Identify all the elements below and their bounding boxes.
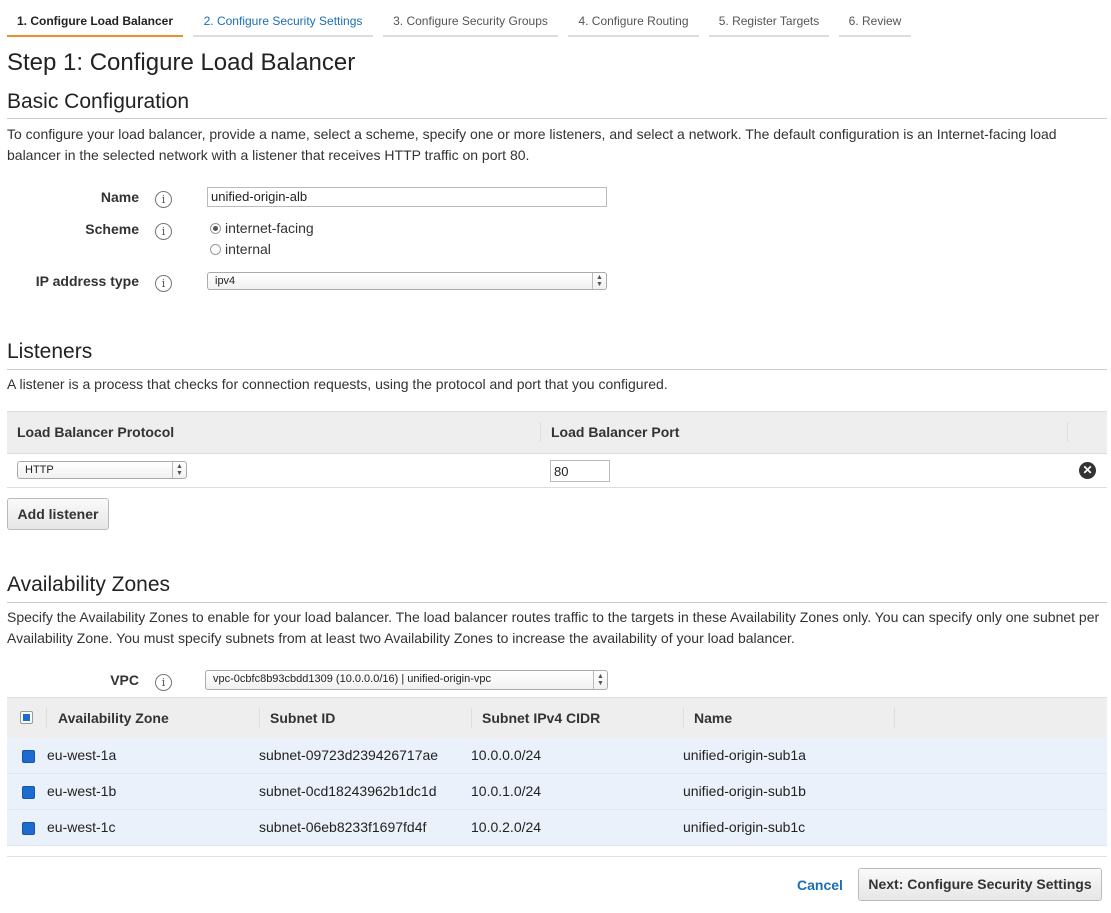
- tab-configure-load-balancer[interactable]: 1. Configure Load Balancer: [7, 10, 183, 37]
- info-icon[interactable]: i: [155, 674, 172, 691]
- name-cell: unified-origin-sub1a: [683, 747, 806, 763]
- section-heading-listeners: Listeners: [7, 340, 93, 363]
- add-listener-button[interactable]: Add listener: [7, 498, 109, 530]
- info-icon[interactable]: i: [155, 275, 172, 292]
- listeners-table-header: Load Balancer Protocol Load Balancer Por…: [7, 411, 1107, 454]
- protocol-select[interactable]: HTTP ▲ ▼: [17, 461, 187, 479]
- subnet-cell: subnet-09723d239426717ae: [259, 747, 439, 763]
- section-heading-basic: Basic Configuration: [7, 90, 190, 113]
- name-input[interactable]: unified-origin-alb: [207, 187, 607, 207]
- az-description: Specify the Availability Zones to enable…: [7, 609, 1100, 646]
- up-down-arrows-icon: ▲ ▼: [172, 462, 186, 478]
- name-cell: unified-origin-sub1b: [683, 783, 806, 799]
- column-divider: [259, 708, 260, 728]
- select-all-checkbox[interactable]: [20, 711, 33, 724]
- table-row[interactable]: eu-west-1c subnet-06eb8233f1697fd4f 10.0…: [7, 810, 1107, 846]
- ip-address-type-label: IP address type: [35, 273, 139, 289]
- zone-cell: eu-west-1a: [47, 747, 117, 763]
- footer-divider: [7, 856, 1107, 857]
- basic-description: To configure your load balancer, provide…: [7, 126, 1057, 163]
- tab-register-targets[interactable]: 5. Register Targets: [709, 10, 829, 37]
- column-header-cidr: Subnet IPv4 CIDR: [482, 710, 601, 726]
- vpc-select[interactable]: vpc-0cbfc8b93cbdd1309 (10.0.0.0/16) | un…: [205, 670, 608, 690]
- cidr-cell: 10.0.0.0/24: [471, 747, 542, 763]
- listeners-description: A listener is a process that checks for …: [7, 376, 668, 392]
- cancel-button[interactable]: Cancel: [797, 877, 843, 893]
- subnet-cell: subnet-06eb8233f1697fd4f: [259, 819, 427, 835]
- info-icon[interactable]: i: [155, 191, 172, 208]
- cidr-cell: 10.0.2.0/24: [471, 819, 542, 835]
- select-value: vpc-0cbfc8b93cbdd1309 (10.0.0.0/16) | un…: [213, 673, 492, 685]
- column-header-zone: Availability Zone: [58, 710, 169, 726]
- row-checkbox[interactable]: [22, 750, 35, 763]
- select-value: HTTP: [25, 464, 54, 476]
- tab-review[interactable]: 6. Review: [839, 10, 911, 37]
- row-checkbox[interactable]: [22, 786, 35, 799]
- ip-address-type-select[interactable]: ipv4 ▲ ▼: [207, 272, 607, 290]
- column-divider: [540, 422, 541, 442]
- column-divider: [1067, 422, 1068, 442]
- select-value: ipv4: [215, 275, 236, 287]
- column-header-name: Name: [694, 710, 733, 726]
- up-down-arrows-icon: ▲ ▼: [593, 671, 607, 689]
- divider: [7, 602, 1107, 603]
- divider: [7, 118, 1107, 119]
- scheme-option-label: internal: [225, 241, 271, 257]
- close-circle-icon[interactable]: ✕: [1079, 462, 1096, 479]
- cidr-cell: 10.0.1.0/24: [471, 783, 542, 799]
- tab-configure-security-groups[interactable]: 3. Configure Security Groups: [383, 10, 558, 37]
- column-header-subnet-id: Subnet ID: [270, 710, 336, 726]
- tab-configure-security-settings[interactable]: 2. Configure Security Settings: [193, 10, 373, 37]
- column-divider: [683, 708, 684, 728]
- up-down-arrows-icon: ▲ ▼: [592, 273, 606, 289]
- tab-configure-routing[interactable]: 4. Configure Routing: [568, 10, 699, 37]
- name-label: Name: [100, 189, 139, 205]
- column-divider: [894, 708, 895, 728]
- divider: [7, 369, 1107, 370]
- column-header-protocol: Load Balancer Protocol: [17, 424, 175, 440]
- scheme-option-label: internet-facing: [225, 220, 314, 236]
- az-table-header: Availability Zone Subnet ID Subnet IPv4 …: [7, 697, 1107, 740]
- scheme-radio-internet-facing[interactable]: [210, 223, 221, 234]
- port-input[interactable]: 80: [550, 460, 610, 482]
- column-divider: [46, 708, 47, 728]
- name-cell: unified-origin-sub1c: [683, 819, 806, 835]
- column-header-port: Load Balancer Port: [551, 424, 680, 440]
- vpc-label: VPC: [110, 672, 139, 688]
- column-divider: [471, 708, 472, 728]
- next-configure-security-settings-button[interactable]: Next: Configure Security Settings: [858, 868, 1102, 901]
- listener-row: HTTP ▲ ▼ 80 ✕: [7, 452, 1107, 488]
- subnet-cell: subnet-0cd18243962b1dc1d: [259, 783, 437, 799]
- section-heading-availability-zones: Availability Zones: [7, 573, 171, 596]
- table-row[interactable]: eu-west-1a subnet-09723d239426717ae 10.0…: [7, 738, 1107, 774]
- scheme-radio-internal[interactable]: [210, 244, 221, 255]
- scheme-label: Scheme: [85, 221, 139, 237]
- info-icon[interactable]: i: [155, 223, 172, 240]
- row-checkbox[interactable]: [22, 822, 35, 835]
- table-row[interactable]: eu-west-1b subnet-0cd18243962b1dc1d 10.0…: [7, 774, 1107, 810]
- page-title: Step 1: Configure Load Balancer: [7, 49, 356, 76]
- zone-cell: eu-west-1b: [47, 783, 117, 799]
- zone-cell: eu-west-1c: [47, 819, 116, 835]
